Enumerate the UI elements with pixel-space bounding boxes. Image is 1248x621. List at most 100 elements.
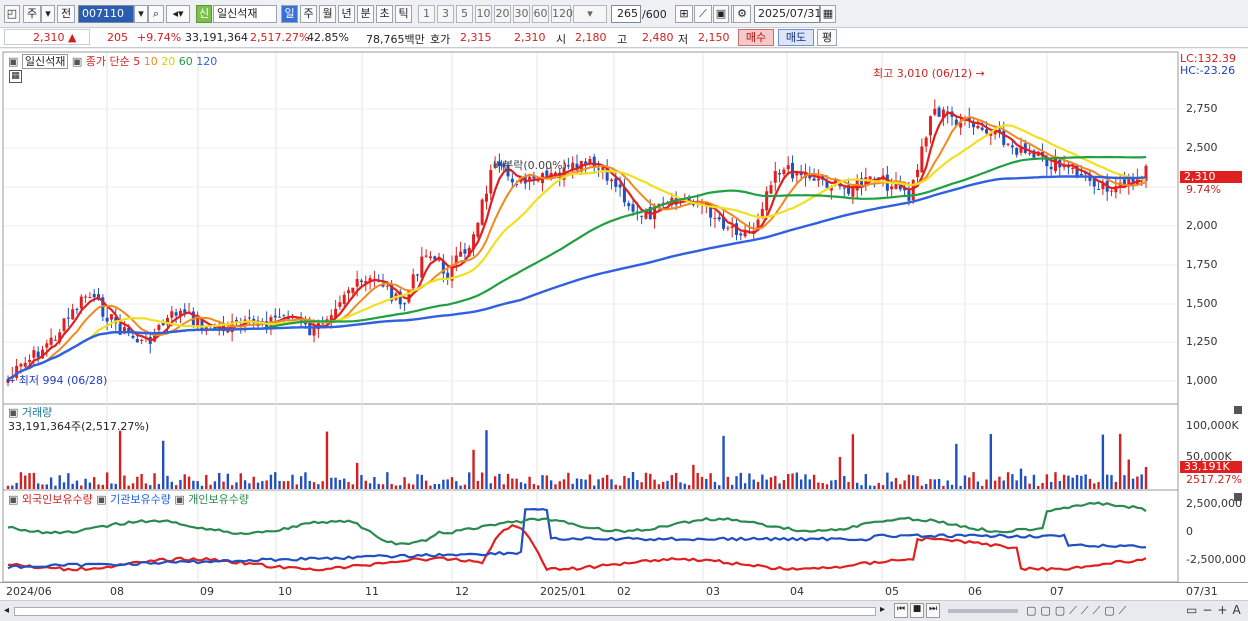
zoom-slider[interactable]: [948, 609, 1018, 613]
last-price-tag: 2,310: [1180, 171, 1242, 183]
ex-rights-note: 배분락(0.00%): [493, 159, 567, 172]
ytick-1750: 1,750: [1186, 258, 1218, 271]
search-icon[interactable]: ⌕: [148, 5, 164, 23]
ytick-2750: 2,750: [1186, 102, 1218, 115]
x-axis: 2024/06 08 09 10 11 12 2025/01 02 03 04 …: [0, 582, 1248, 600]
scroll-right-icon[interactable]: ▸: [880, 604, 885, 615]
new-badge: 신: [196, 5, 212, 23]
quote-row: 2,310 ▲ 205 +9.74% 33,191,364 2,517.27% …: [0, 28, 1248, 48]
market-select[interactable]: 주: [23, 5, 41, 23]
market-dropdown-icon[interactable]: ▾: [41, 5, 55, 23]
period-year[interactable]: 년: [338, 5, 355, 23]
ytick-1250: 1,250: [1186, 335, 1218, 348]
stop-icon[interactable]: ■: [910, 603, 924, 618]
open-price: 2,180: [575, 31, 607, 44]
volume-ratio: 2,517.27%: [250, 31, 310, 44]
volume-close-icon[interactable]: [1234, 406, 1242, 414]
last-pct-tag: 9.74%: [1186, 183, 1221, 196]
stock-title: 일신석재: [21, 54, 69, 69]
ytick-1000: 1,000: [1186, 374, 1218, 387]
period-minute[interactable]: 분: [357, 5, 374, 23]
individual-holding-label: 개인보유수량: [188, 493, 250, 506]
low-price: 2,150: [698, 31, 730, 44]
xtick: 08: [110, 585, 124, 598]
xtick: 05: [885, 585, 899, 598]
turnover-rate: 42.85%: [307, 31, 349, 44]
high-note: 최고 3,010 (06/12) →: [873, 67, 985, 80]
table-icon[interactable]: ▦: [9, 70, 22, 83]
interval-custom-select[interactable]: ▾: [573, 5, 607, 23]
ytick-1500: 1,500: [1186, 297, 1218, 310]
count-input[interactable]: 265: [611, 5, 641, 23]
fast-forward-icon[interactable]: ⏭: [926, 603, 940, 618]
xtick: 12: [455, 585, 469, 598]
toolbar: ◰ 주 ▾ 전 007110 ▾ ⌕ ◂▾ 신 일신석재 일 주 월 년 분 초…: [0, 0, 1248, 28]
eval-button[interactable]: 평: [817, 29, 837, 46]
period-week[interactable]: 주: [300, 5, 317, 23]
prev-button[interactable]: 전: [57, 5, 75, 23]
up-arrow-icon: ▲: [68, 31, 77, 44]
bid-price: 2,315: [460, 31, 492, 44]
speaker-icon[interactable]: ◂▾: [166, 5, 190, 23]
hc-value: HC:-23.26: [1180, 64, 1236, 77]
open-label: 시: [556, 33, 567, 46]
high-price: 2,480: [642, 31, 674, 44]
rewind-icon[interactable]: ⏮: [894, 603, 908, 618]
change-percent: +9.74%: [137, 31, 182, 44]
horizontal-scrollbar[interactable]: [14, 607, 876, 616]
holding-legend: ▣ 외국인보유수량 ▣ 기관보유수량 ▣ 개인보유수량: [8, 493, 250, 506]
interval-60[interactable]: 60: [532, 5, 549, 23]
ytick-2000: 2,000: [1186, 219, 1218, 232]
tool-icons[interactable]: ▢▢▢⟋⟋⟋▢⟋: [1026, 604, 1130, 618]
sell-button[interactable]: 매도: [778, 29, 814, 46]
volume-panel-value: 33,191,364주(2,517.27%): [8, 420, 150, 433]
buy-button[interactable]: 매수: [738, 29, 774, 46]
interval-30[interactable]: 30: [513, 5, 530, 23]
interval-1[interactable]: 1: [418, 5, 435, 23]
interval-20[interactable]: 20: [494, 5, 511, 23]
period-day[interactable]: 일: [281, 5, 298, 23]
interval-10[interactable]: 10: [475, 5, 492, 23]
split-icon[interactable]: ▣: [713, 5, 729, 23]
stock-name-field: 일신석재: [213, 5, 277, 23]
ytick-2500: 2,500: [1186, 141, 1218, 154]
zoom-controls[interactable]: ▭−+A: [1186, 603, 1246, 617]
chart-area[interactable]: ▣ 일신석재 ▣ 종가 단순 5 10 20 60 120 ▦ LC:132.3…: [0, 49, 1248, 621]
interval-120[interactable]: 120: [551, 5, 573, 23]
stock-code-input[interactable]: 007110: [78, 5, 134, 23]
calendar-icon[interactable]: ▦: [820, 5, 836, 23]
institution-holding-label: 기관보유수량: [110, 493, 171, 506]
volume-value: 33,191,364: [185, 31, 248, 44]
last-volume-pct: 2517.27%: [1186, 473, 1242, 486]
count-max: /600: [642, 8, 667, 21]
ma-10-label: 10: [143, 55, 158, 68]
interval-5[interactable]: 5: [456, 5, 473, 23]
ma-5-label: 5: [133, 55, 141, 68]
candle-type-icon[interactable]: ⊞: [675, 5, 693, 23]
ma-20-label: 20: [161, 55, 176, 68]
chart-canvas[interactable]: [0, 49, 1248, 601]
xtick: 09: [200, 585, 214, 598]
price-panel-legend: ▣ 일신석재 ▣ 종가 단순 5 10 20 60 120: [8, 54, 218, 69]
period-month[interactable]: 월: [319, 5, 336, 23]
draw-tool-icon[interactable]: ⟋: [694, 5, 712, 23]
high-label: 고: [617, 33, 628, 46]
date-input[interactable]: 2025/07/31: [754, 5, 821, 23]
xtick: 07: [1050, 585, 1064, 598]
window-icon[interactable]: ◰: [4, 5, 20, 23]
holding-close-icon[interactable]: [1234, 493, 1242, 501]
scroll-left-icon[interactable]: ◂: [4, 605, 9, 616]
period-second[interactable]: 초: [376, 5, 393, 23]
current-price: 2,310: [33, 31, 65, 44]
low-note: ← 최저 994 (06/28): [6, 374, 108, 387]
ma-60-label: 60: [178, 55, 193, 68]
ma-120-label: 120: [196, 55, 218, 68]
interval-3[interactable]: 3: [437, 5, 454, 23]
gear-icon[interactable]: ⚙: [733, 5, 751, 23]
vol-ytick-100000k: 100,000K: [1186, 419, 1239, 432]
change-amount: 205: [107, 31, 128, 44]
trade-amount: 78,765백만: [366, 33, 425, 46]
hold-ytick-neg2500000: -2,500,000: [1186, 553, 1246, 566]
period-tick[interactable]: 틱: [395, 5, 412, 23]
code-dropdown-icon[interactable]: ▾: [134, 5, 148, 23]
